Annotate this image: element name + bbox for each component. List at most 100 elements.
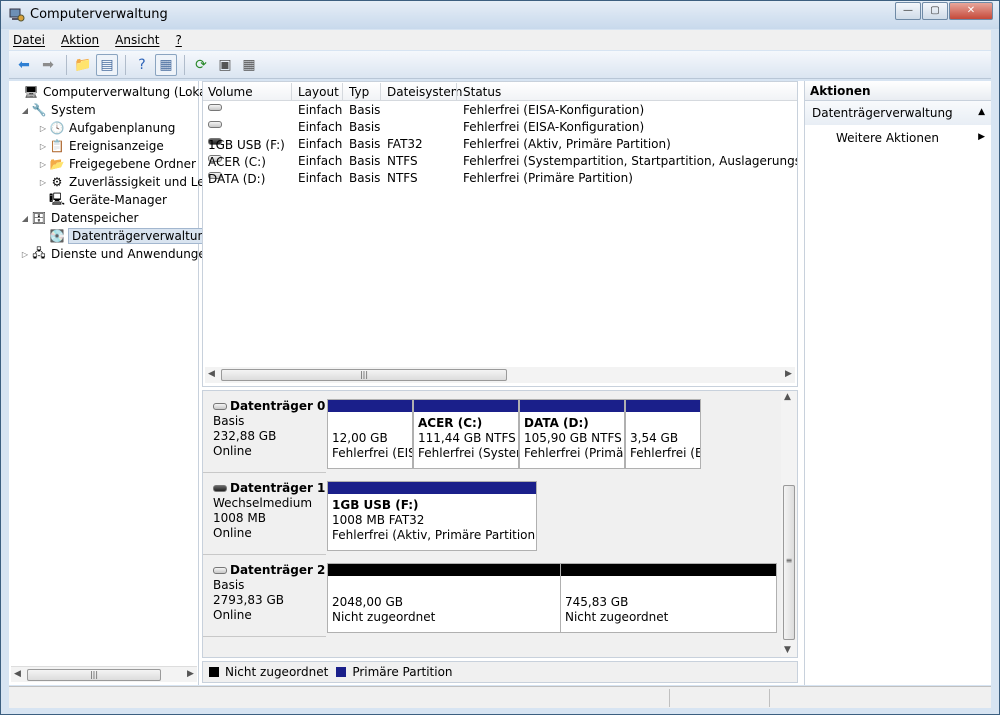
volume-type: Basis	[349, 154, 381, 168]
volume-row[interactable]: Einfach Basis Fehlerfrei (EISA-Konfigurati…	[203, 102, 797, 119]
computer-management-window: Computerverwaltung — ▢ ✕ Datei Aktion An…	[0, 0, 1000, 715]
toolbar: ⬅ ➡ 📁 ▤? ▦ ⟳ ▣ ▦	[9, 51, 991, 79]
hard-drive-icon	[208, 121, 222, 128]
refresh-icon[interactable]: ⟳	[190, 54, 212, 76]
center-pane: Volume Layout Typ Dateisystem Status ◀ |…	[202, 81, 798, 685]
partition[interactable]: 12,00 GB Fehlerfrei (EIS	[327, 399, 413, 469]
volume-type: Basis	[349, 103, 381, 117]
volume-scroll-thumb[interactable]: |||	[221, 369, 507, 381]
partition[interactable]: 3,54 GB Fehlerfrei (E	[625, 399, 701, 469]
back-arrow-icon[interactable]: ⬅	[13, 54, 35, 76]
title-bar[interactable]: Computerverwaltung — ▢ ✕	[1, 1, 999, 29]
scroll-right-icon[interactable]: ▶	[187, 669, 194, 679]
toolbar-separator	[184, 54, 185, 75]
column-status[interactable]: Status	[463, 85, 501, 99]
minimize-button[interactable]: —	[895, 2, 921, 20]
tree-item[interactable]: ▷ ⚙ Zuverlässigkeit und Leis	[37, 173, 214, 191]
scroll-down-icon[interactable]: ▼	[784, 645, 791, 655]
column-volume[interactable]: Volume	[208, 85, 253, 99]
partition-info: 2048,00 GB Nicht zugeordnet	[328, 577, 560, 625]
tree-item[interactable]: ▷ 🖧 Dienste und Anwendungen	[19, 245, 214, 263]
tree-item[interactable]: ▷ 📋 Ereignisanzeige	[37, 137, 164, 155]
show-hide-action-pane-icon[interactable]: ▦	[155, 53, 177, 76]
volume-filesystem: FAT32	[387, 137, 423, 151]
partition-size: 111,44 GB NTFS	[418, 431, 516, 445]
tree-horizontal-scrollbar[interactable]: ◀ ||| ▶	[11, 666, 197, 682]
menu-aktion[interactable]: Aktion	[61, 33, 99, 47]
scroll-left-icon[interactable]: ◀	[208, 369, 215, 379]
tree-item[interactable]: ◢ 🔧 System	[19, 101, 96, 119]
legend-swatch-unallocated	[209, 667, 219, 677]
hard-drive-icon	[208, 104, 222, 111]
tree-item[interactable]: 🖳 Geräte-Manager	[37, 191, 167, 209]
action-more-actions[interactable]: Weitere Aktionen ▶	[805, 125, 991, 149]
main-content: ◀ ||| ▶ 🖥 Computerverwaltung (Lokal) ◢ 🔧 Sys…	[9, 81, 991, 685]
collapse-up-icon[interactable]: ▲	[978, 107, 985, 117]
expand-arrow-icon[interactable]: ▷	[37, 178, 49, 187]
expand-arrow-icon[interactable]: ▷	[19, 250, 31, 259]
menu-ansicht[interactable]: Ansicht	[115, 33, 159, 47]
volume-row[interactable]: ACER (C:) Einfach Basis NTFS Fehlerfrei (Sys…	[203, 153, 797, 170]
tree-item-label: Ereignisanzeige	[69, 139, 164, 153]
disk-label[interactable]: Datenträger 2 Basis 2793,83 GB Online	[203, 555, 326, 637]
tree-scroll-thumb[interactable]: |||	[27, 669, 161, 681]
actions-section-label: Datenträgerverwaltung	[812, 106, 953, 120]
volume-label: DATA (D:)	[208, 172, 266, 186]
show-hide-console-tree-icon[interactable]: ▤	[96, 53, 118, 76]
partition[interactable]: 745,83 GB Nicht zugeordnet	[560, 563, 777, 633]
column-layout[interactable]: Layout	[298, 85, 339, 99]
partition[interactable]: 2048,00 GB Nicht zugeordnet	[327, 563, 561, 633]
partition-status: Nicht zugeordnet	[565, 610, 669, 624]
volume-row[interactable]: Einfach Basis Fehlerfrei (EISA-Konfigurati…	[203, 119, 797, 136]
expand-arrow-icon[interactable]: ▷	[37, 160, 49, 169]
tree-item[interactable]: 🖥 Computerverwaltung (Lokal)	[11, 83, 214, 101]
tree-item[interactable]: ▷ 🕓 Aufgabenplanung	[37, 119, 175, 137]
expand-arrow-icon[interactable]: ▷	[37, 124, 49, 133]
volume-row[interactable]: DATA (D:) Einfach Basis NTFS Fehlerfrei (Pri…	[203, 170, 797, 187]
legend: Nicht zugeordnet Primäre Partition	[202, 661, 798, 683]
services-icon: 🖧	[32, 245, 46, 260]
disk-scroll-thumb[interactable]: ≡	[783, 485, 795, 640]
expand-arrow-icon[interactable]: ◢	[19, 214, 31, 223]
actions-section-disk-management[interactable]: Datenträgerverwaltung ▲	[805, 101, 991, 125]
action-more-actions-label: Weitere Aktionen	[836, 131, 939, 145]
usb-drive-icon	[213, 485, 227, 492]
disk-label[interactable]: Datenträger 0 Basis 232,88 GB Online	[203, 391, 326, 473]
export-list-icon[interactable]: ▦	[238, 54, 260, 76]
menu-datei[interactable]: Datei	[13, 33, 45, 47]
scroll-up-icon[interactable]: ▲	[784, 392, 791, 402]
computer-management-app-icon	[9, 7, 25, 23]
partition[interactable]: ACER (C:) 111,44 GB NTFS Fehlerfrei (Syste…	[413, 399, 519, 469]
volume-layout: Einfach	[298, 137, 343, 151]
tree-item-label: Freigegebene Ordner	[69, 157, 196, 171]
column-typ[interactable]: Typ	[349, 85, 369, 99]
tree-item-label: Datenspeicher	[51, 211, 139, 225]
volume-label: 1GB USB (F:)	[208, 138, 285, 152]
scroll-left-icon[interactable]: ◀	[14, 669, 21, 679]
volume-list-header: Volume Layout Typ Dateisystem Status	[203, 82, 797, 101]
forward-arrow-icon[interactable]: ➡	[37, 54, 59, 76]
tree-item[interactable]: ◢ 🗄 Datenspeicher	[19, 209, 138, 227]
computer-management-icon: 🖥	[23, 85, 39, 99]
volume-list-horizontal-scrollbar[interactable]: ◀ ||| ▶	[205, 367, 795, 383]
partition-info: DATA (D:) 105,90 GB NTFS Fehlerfrei (Primä…	[520, 413, 624, 461]
column-dateisystem[interactable]: Dateisystem	[387, 85, 462, 99]
maximize-button[interactable]: ▢	[922, 2, 948, 20]
close-button[interactable]: ✕	[949, 2, 993, 20]
tree-item[interactable]: ▷ 📂 Freigegebene Ordner	[37, 155, 196, 173]
disk-view-vertical-scrollbar[interactable]: ▲ ≡ ▼	[781, 391, 797, 657]
expand-arrow-icon[interactable]: ▷	[37, 142, 49, 151]
menu-help[interactable]: ?	[175, 33, 181, 47]
partition[interactable]: DATA (D:) 105,90 GB NTFS Fehlerfrei (Primä…	[519, 399, 625, 469]
volume-row[interactable]: 1GB USB (F:) Einfach Basis FAT32 Fehlerfrei …	[203, 136, 797, 153]
scroll-right-icon[interactable]: ▶	[785, 369, 792, 379]
expand-arrow-icon[interactable]: ◢	[19, 106, 31, 115]
help-icon[interactable]: ?	[131, 54, 153, 76]
properties-icon[interactable]: ▣	[214, 54, 236, 76]
legend-unallocated: Nicht zugeordnet	[225, 665, 329, 679]
partition[interactable]: 1GB USB (F:) 1008 MB FAT32 Fehlerfrei (Akt…	[327, 481, 537, 551]
up-folder-icon[interactable]: 📁	[72, 54, 94, 76]
tree-item[interactable]: 💽 Datenträgerverwaltung	[37, 227, 217, 245]
partition-type-bar	[561, 564, 776, 577]
disk-label[interactable]: Datenträger 1 Wechselmedium 1008 MB Online	[203, 473, 326, 555]
